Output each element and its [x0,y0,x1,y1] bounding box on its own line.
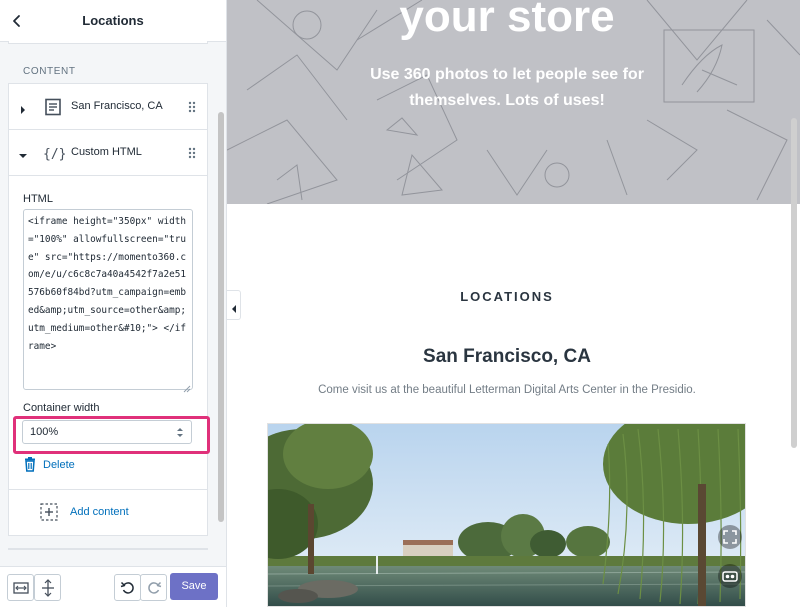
next-card-edge [8,548,208,550]
hero-headline: your store [399,0,615,41]
cursor-target-icon [39,579,57,602]
redo-button[interactable] [140,574,167,601]
save-button[interactable]: Save [170,573,218,600]
collapse-sidebar-button[interactable] [227,290,241,320]
caret-left-icon [230,301,238,319]
store-preview: your store Use 360 photos to let people … [227,0,800,607]
caret-right-icon[interactable] [18,102,28,114]
caret-down-icon[interactable] [18,148,28,158]
text-block-icon [43,97,63,117]
redo-icon [146,580,162,601]
divider [9,489,207,490]
desktop-view-button[interactable] [7,574,34,601]
sidebar-footer: Save [0,566,226,607]
select-arrows-icon [177,427,183,438]
undo-icon [120,580,136,601]
content-block-label: Custom HTML [71,146,142,158]
inspector-button[interactable] [34,574,61,601]
fullscreen-icon[interactable] [718,525,742,549]
code-braces-icon: {/} [43,143,66,163]
sidebar-title: Locations [82,13,144,28]
container-width-label: Container width [23,402,100,414]
html-code-textarea[interactable]: <iframe height="350px" width="100%" allo… [23,209,193,390]
embedded-360-photo[interactable] [267,423,746,607]
delete-label: Delete [43,459,75,471]
undo-button[interactable] [114,574,141,601]
fit-width-icon [12,580,30,601]
content-section-label: CONTENT [23,66,76,77]
content-block-san-francisco[interactable]: San Francisco, CA [9,84,207,130]
park-pond-photo [268,424,745,606]
content-block-custom-html[interactable]: {/} Custom HTML [9,130,207,176]
hero-subtext: Use 360 photos to let people see for the… [370,66,644,109]
add-plus-icon [40,503,58,526]
location-title: San Francisco, CA [423,346,591,367]
drag-handle-icon[interactable] [187,100,197,114]
add-content-label: Add content [70,506,129,518]
sidebar-scrollbar[interactable] [218,112,224,522]
html-field-label: HTML [23,193,53,205]
container-width-value: 100% [30,426,59,438]
locations-heading: LOCATIONS [460,289,554,304]
content-block-label: San Francisco, CA [71,100,163,112]
trash-icon [23,457,37,477]
preview-scrollbar[interactable] [791,118,797,448]
theme-editor-sidebar: Locations CONTENT San Francisco, CA {/} … [0,0,227,607]
drag-handle-icon[interactable] [187,146,197,160]
location-description: Come visit us at the beautiful Letterman… [318,384,696,396]
hero-banner: your store Use 360 photos to let people … [227,0,800,204]
textarea-resize-icon[interactable] [183,380,191,393]
vr-headset-icon[interactable] [718,564,742,588]
container-width-select[interactable]: 100% [22,420,192,444]
previous-card-edge [8,41,208,44]
sidebar-header: Locations [0,0,226,42]
svg-text:{/}: {/} [43,147,65,162]
